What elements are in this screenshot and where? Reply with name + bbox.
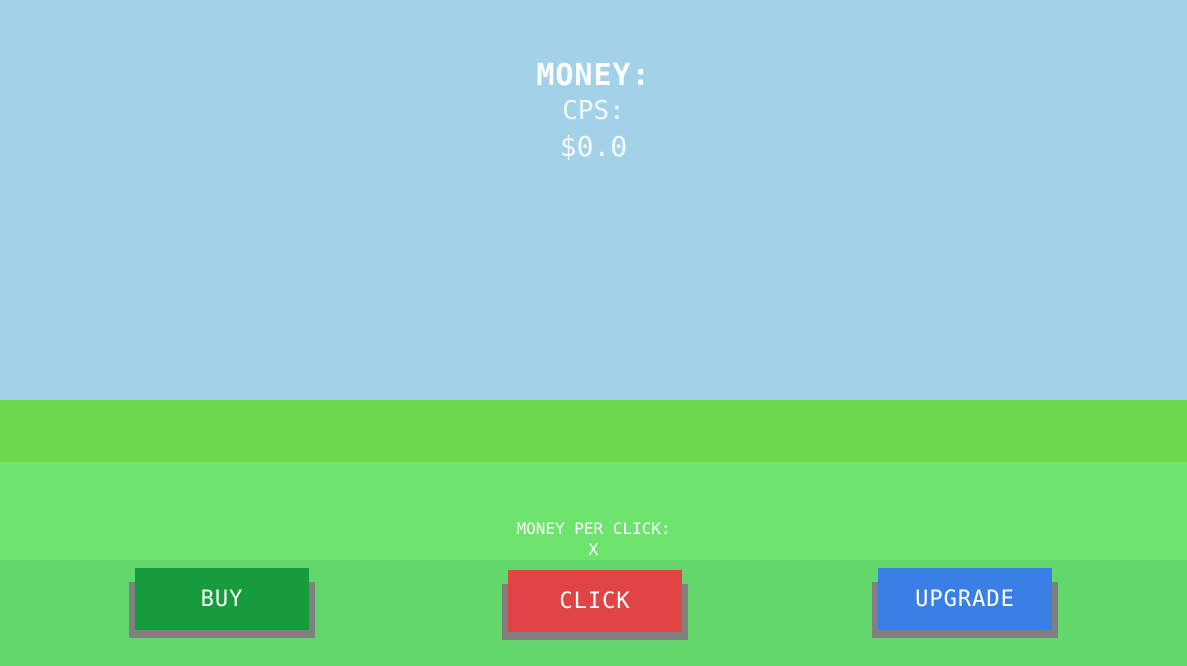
click-button-container: CLICK	[502, 570, 688, 642]
money-per-click-label: MONEY PER CLICK:	[516, 519, 671, 538]
grass-strip-top	[0, 400, 1187, 462]
buy-button-container: BUY	[129, 568, 315, 640]
upgrade-button-container: UPGRADE	[872, 568, 1058, 640]
upgrade-button[interactable]: UPGRADE	[878, 568, 1052, 630]
money-label: MONEY:	[536, 58, 651, 93]
stats-panel: MONEY: CPS: $0.0	[0, 58, 1187, 166]
click-button[interactable]: CLICK	[508, 570, 682, 632]
cps-label: CPS:	[562, 96, 625, 126]
money-per-click-value: X	[588, 540, 599, 559]
buy-button[interactable]: BUY	[135, 568, 309, 630]
money-amount: $0.0	[559, 130, 628, 163]
money-per-click-panel: MONEY PER CLICK: X	[0, 518, 1187, 560]
